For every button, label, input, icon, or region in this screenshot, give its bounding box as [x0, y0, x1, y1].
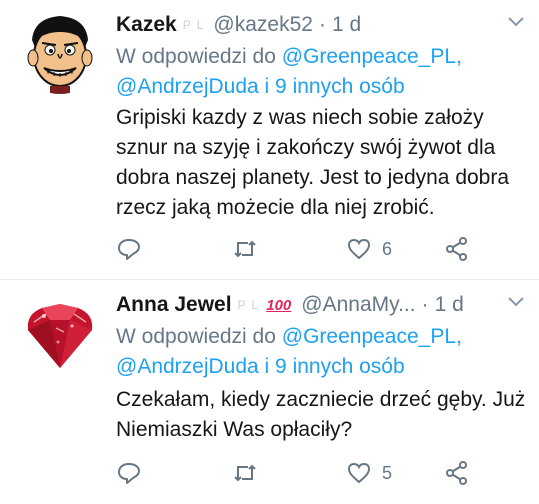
chevron-down-icon[interactable]	[507, 16, 525, 28]
mention-link[interactable]: @AndrzejDuda i 9 innych osób	[116, 355, 405, 378]
share-icon	[446, 237, 467, 261]
avatar[interactable]	[20, 292, 100, 372]
mention-link[interactable]: @Greenpeace_PL,	[282, 325, 462, 348]
retweet-button[interactable]	[232, 234, 258, 264]
reply-icon	[118, 239, 140, 260]
separator-dot: ·	[318, 13, 326, 36]
timestamp[interactable]: 1 d	[332, 13, 361, 37]
badge-l: L	[196, 18, 204, 32]
like-button[interactable]: 6	[346, 234, 392, 264]
chevron-down-icon[interactable]	[507, 296, 525, 308]
handle[interactable]: @kazek52	[213, 13, 313, 37]
display-name[interactable]: Kazek	[116, 13, 177, 37]
retweet-button[interactable]	[232, 458, 258, 488]
share-button[interactable]	[444, 458, 470, 488]
like-button[interactable]: 5	[346, 458, 392, 488]
reply-icon	[118, 463, 140, 484]
tweet-anna-jewel[interactable]: Anna Jewel P L 100 @AnnaMy... · 1 d W od…	[0, 280, 539, 504]
tweet-actions: 5	[116, 458, 516, 488]
reply-context: W odpowiedzi do @Greenpeace_PL, @Andrzej…	[116, 322, 516, 382]
avatar[interactable]	[18, 10, 102, 94]
timestamp[interactable]: 1 d	[435, 293, 464, 317]
tweet-actions: 6	[116, 234, 516, 264]
badge-l: L	[251, 298, 259, 312]
reply-button[interactable]	[116, 234, 142, 264]
share-icon	[446, 461, 467, 485]
badge-p: P	[182, 18, 191, 32]
mention-link[interactable]: @AndrzejDuda i 9 innych osób	[116, 75, 405, 98]
like-count: 5	[382, 462, 393, 483]
retweet-icon	[234, 464, 256, 482]
tweet-text: Gripiski kazdy z was niech sobie założy …	[116, 106, 510, 219]
like-count: 6	[382, 238, 393, 259]
display-name[interactable]: Anna Jewel	[116, 293, 232, 317]
tweet-header: Anna Jewel P L 100 @AnnaMy... · 1 d	[116, 288, 523, 322]
reply-prefix: W odpowiedzi do	[116, 325, 276, 348]
tweet-kazek[interactable]: Kazek P L @kazek52 · 1 d W odpowiedzi do…	[0, 0, 539, 279]
tweet-text: Czekałam, kiedy zaczniecie drzeć gęby. J…	[116, 388, 526, 441]
mention-link[interactable]: @Greenpeace_PL,	[282, 45, 462, 68]
like-icon	[347, 238, 371, 260]
reply-context: W odpowiedzi do @Greenpeace_PL, @Andrzej…	[116, 42, 516, 102]
separator-dot: ·	[421, 293, 429, 316]
reply-prefix: W odpowiedzi do	[116, 45, 276, 68]
share-button[interactable]	[444, 234, 470, 264]
badge-p: P	[237, 298, 246, 312]
reply-button[interactable]	[116, 458, 142, 488]
retweet-icon	[234, 240, 256, 258]
like-icon	[347, 462, 371, 484]
hundred-points-emoji: 100	[266, 296, 292, 314]
tweet-header: Kazek P L @kazek52 · 1 d	[116, 8, 523, 42]
handle[interactable]: @AnnaMy...	[301, 293, 415, 317]
